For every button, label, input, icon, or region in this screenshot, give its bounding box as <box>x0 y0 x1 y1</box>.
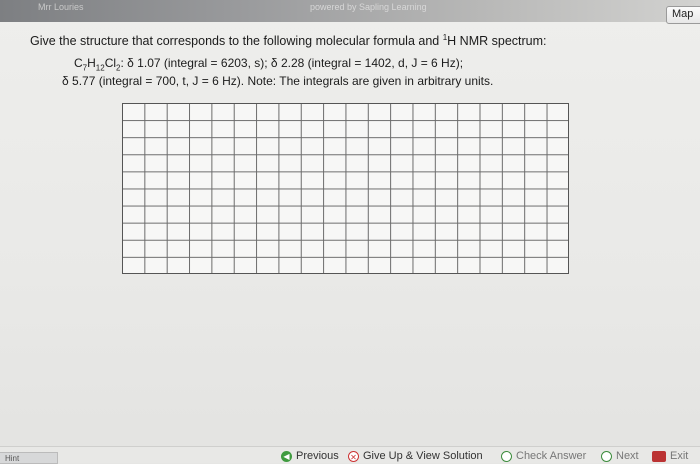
hint-button[interactable]: Hint <box>0 452 58 464</box>
top-bar: Mrr Louries powered by Sapling Learning <box>0 0 700 22</box>
prompt-end-text: H NMR spectrum: <box>447 34 547 49</box>
nmr-data-line-1-text: : δ 1.07 (integral = 6203, s); δ 2.28 (i… <box>120 56 464 70</box>
previous-label: Previous <box>296 450 339 462</box>
give-up-label: Give Up & View Solution <box>363 450 483 462</box>
next-label: Next <box>616 450 639 462</box>
nmr-data-line-1: C7H12Cl2: δ 1.07 (integral = 6203, s); δ… <box>74 56 463 72</box>
page: Mrr Louries powered by Sapling Learning … <box>0 0 700 464</box>
exit-button[interactable]: Exit <box>652 449 688 463</box>
check-answer-label: Check Answer <box>516 450 587 462</box>
exit-icon <box>652 450 666 462</box>
next-arrow-icon <box>601 450 612 462</box>
previous-arrow-icon: ◀ <box>281 450 292 462</box>
check-icon <box>501 450 512 462</box>
next-button[interactable]: Next <box>601 449 639 463</box>
top-left-text: Mrr Louries <box>38 2 84 12</box>
prompt-text: Give the structure that corresponds to t… <box>30 34 443 49</box>
powered-by-text: powered by Sapling Learning <box>310 2 427 12</box>
nmr-data-line-2: δ 5.77 (integral = 700, t, J = 6 Hz). No… <box>62 74 494 88</box>
molecular-formula: C7H12Cl2 <box>74 56 121 73</box>
give-up-button[interactable]: ✕ Give Up & View Solution <box>348 449 483 463</box>
previous-button[interactable]: ◀ Previous <box>281 449 339 463</box>
check-answer-button[interactable]: Check Answer <box>501 449 586 463</box>
exit-label: Exit <box>670 450 689 462</box>
question-prompt: Give the structure that corresponds to t… <box>30 33 547 48</box>
map-button[interactable]: Map <box>666 6 700 24</box>
structure-drawing-grid[interactable] <box>122 103 569 274</box>
give-up-x-icon: ✕ <box>348 450 359 462</box>
